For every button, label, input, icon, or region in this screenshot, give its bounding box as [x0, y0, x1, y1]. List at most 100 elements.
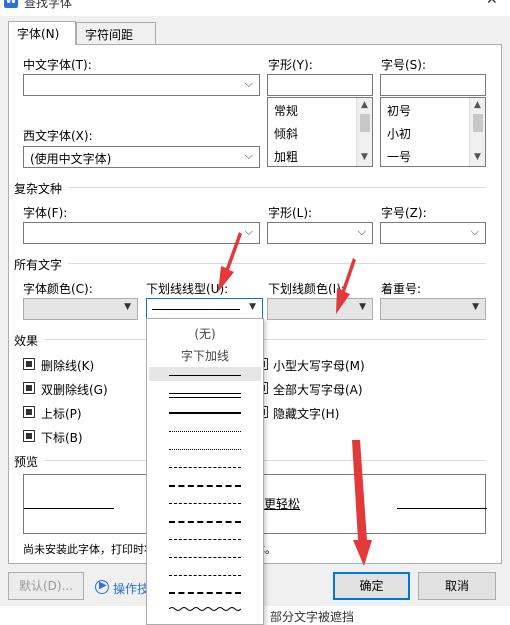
tips-link[interactable]: 操作技	[113, 580, 149, 597]
font-color-combo[interactable]: ▼	[23, 298, 138, 320]
ok-button[interactable]: 确定	[333, 572, 410, 600]
font-color-label: 字体颜色(C):	[23, 282, 93, 296]
scroll-thumb[interactable]	[473, 114, 483, 132]
hidden-text-label: 隐藏文字(H)	[273, 407, 340, 421]
list-item[interactable]: 倾斜	[274, 125, 298, 142]
dropdown-item-none[interactable]: (无)	[147, 325, 263, 342]
title-bar	[0, 0, 510, 16]
window-title: 查找字体	[24, 0, 73, 10]
scroll-down-icon[interactable]: ▼	[361, 152, 368, 162]
background-text: 部分文字被遮挡	[270, 610, 355, 624]
double-strike-label: 双删除线(G)	[41, 383, 108, 397]
list-item[interactable]: 初号	[387, 102, 411, 119]
complex-style-combo[interactable]: ⌵	[267, 222, 373, 244]
scrollbar[interactable]: ▲ ▼	[356, 98, 372, 166]
scroll-down-icon[interactable]: ▼	[474, 152, 481, 162]
preview-baseline-right	[397, 508, 487, 509]
tab-char-spacing[interactable]: 字符间距(R)	[76, 22, 156, 57]
double-strike-checkbox[interactable]	[23, 382, 35, 394]
cn-font-label: 中文字体(T):	[23, 58, 92, 72]
strike-label: 删除线(K)	[41, 359, 95, 373]
underline-type-dropdown[interactable]: (无) 字下加线	[146, 318, 264, 625]
chevron-down-icon: ⌵	[244, 77, 253, 90]
scroll-thumb[interactable]	[360, 114, 370, 132]
emphasis-label: 着重号:	[381, 282, 422, 296]
complex-section-title: 复杂文种	[14, 182, 63, 196]
chevron-down-icon: ⌵	[244, 225, 253, 238]
chevron-down-icon: ⌵	[357, 225, 366, 238]
underline-preview	[152, 309, 240, 310]
effects-section-title: 效果	[14, 334, 39, 348]
dropdown-item-single[interactable]	[169, 375, 241, 376]
size-label: 字号(S):	[381, 58, 427, 72]
triangle-down-icon: ▼	[359, 302, 366, 312]
divider	[68, 263, 486, 264]
preview-baseline-left	[24, 508, 114, 509]
dropdown-item-wave[interactable]	[169, 606, 241, 612]
dropdown-item-thick[interactable]	[169, 412, 241, 414]
cn-font-combo[interactable]: ⌵	[23, 74, 260, 96]
scrollbar[interactable]: ▲ ▼	[469, 98, 485, 166]
dropdown-item-double[interactable]	[169, 393, 241, 398]
tab-font[interactable]: 字体(N)	[8, 21, 76, 45]
dropdown-item-dotted-fine[interactable]	[169, 449, 241, 450]
chevron-down-icon: ⌵	[244, 149, 253, 162]
underline-type-combo[interactable]: ▼	[146, 298, 263, 320]
dropdown-item-long-dash-thick[interactable]	[169, 521, 241, 523]
subscript-checkbox[interactable]	[23, 430, 35, 442]
triangle-down-icon: ▼	[472, 302, 479, 312]
strike-checkbox[interactable]	[23, 358, 35, 370]
complex-size-label: 字号(Z):	[381, 206, 427, 220]
underline-color-combo[interactable]: ▼	[267, 298, 373, 320]
divider	[44, 339, 486, 340]
style-listbox[interactable]: 常规 倾斜 加粗 ▲ ▼	[267, 97, 373, 167]
style-input[interactable]	[267, 74, 373, 96]
underline-color-label: 下划线颜色(I):	[268, 282, 345, 296]
close-icon[interactable]: ✕	[486, 0, 498, 8]
complex-style-label: 字形(L):	[268, 206, 313, 220]
default-button[interactable]: 默认(D)...	[8, 572, 84, 600]
dropdown-item-dash-dot-dot[interactable]	[169, 557, 241, 558]
dropdown-item-dash-dot-thick[interactable]	[169, 592, 241, 594]
triangle-down-icon: ▼	[124, 302, 131, 312]
list-item[interactable]: 一号	[387, 148, 411, 165]
all-text-section-title: 所有文字	[14, 258, 63, 272]
chevron-down-icon: ⌵	[470, 225, 479, 238]
complex-font-label: 字体(F):	[23, 206, 68, 220]
superscript-checkbox[interactable]	[23, 406, 35, 418]
superscript-label: 上标(P)	[41, 407, 82, 421]
list-item[interactable]: 加粗	[274, 148, 298, 165]
subscript-label: 下标(B)	[41, 431, 83, 445]
divider	[44, 460, 486, 461]
complex-size-combo[interactable]: ⌵	[380, 222, 486, 244]
style-label: 字形(Y):	[268, 58, 313, 72]
west-font-combo[interactable]: (使用中文字体) ⌵	[23, 146, 260, 168]
dropdown-item-dash-dot-heavy[interactable]	[169, 575, 241, 576]
preview-section-title: 预览	[14, 455, 39, 469]
scroll-up-icon[interactable]: ▲	[361, 100, 368, 110]
emphasis-combo[interactable]: ▼	[380, 298, 486, 320]
underline-type-label: 下划线线型(U):	[146, 282, 229, 296]
list-item[interactable]: 常规	[274, 102, 298, 119]
dropdown-item-dash-dot[interactable]	[169, 539, 241, 540]
play-circle-icon[interactable]: ▶	[95, 580, 109, 594]
triangle-down-icon: ▼	[249, 302, 256, 312]
divider	[68, 187, 486, 188]
wps-app-icon: W	[4, 0, 18, 8]
small-caps-label: 小型大写字母(M)	[273, 359, 365, 373]
scroll-up-icon[interactable]: ▲	[474, 100, 481, 110]
dropdown-selected-highlight	[149, 367, 261, 381]
complex-font-combo[interactable]: ⌵	[23, 222, 260, 244]
size-input[interactable]	[380, 74, 486, 96]
all-caps-label: 全部大写字母(A)	[273, 383, 363, 397]
dropdown-item-dashed[interactable]	[169, 467, 241, 468]
list-item[interactable]: 小初	[387, 125, 411, 142]
west-font-label: 西文字体(X):	[23, 129, 93, 143]
dropdown-item-dashed-thick[interactable]	[169, 485, 241, 487]
west-font-value: (使用中文字体)	[30, 152, 112, 166]
cancel-button[interactable]: 取消	[418, 572, 496, 600]
size-listbox[interactable]: 初号 小初 一号 ▲ ▼	[380, 97, 486, 167]
dropdown-item-dotted[interactable]	[169, 431, 241, 432]
dropdown-item-word-underline[interactable]: 字下加线	[147, 347, 263, 364]
dropdown-item-long-dash[interactable]	[169, 503, 241, 504]
